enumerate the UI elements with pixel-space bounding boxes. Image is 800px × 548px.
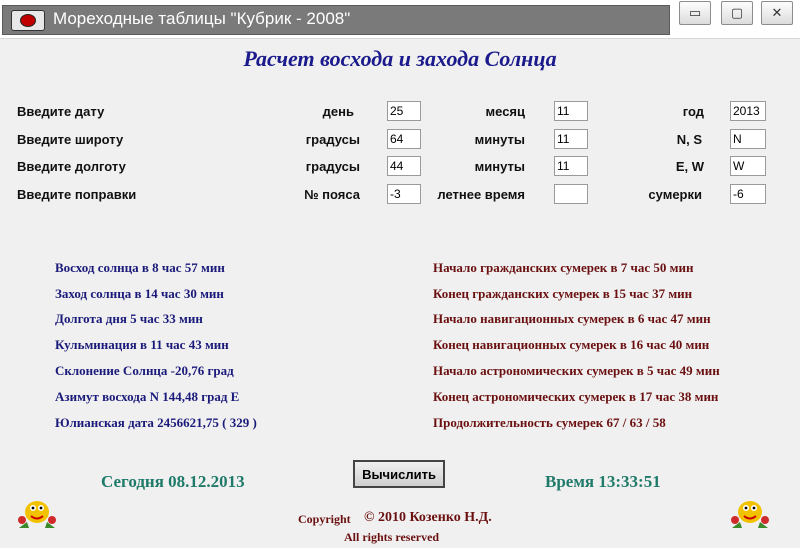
result-sunrise: Восход солнца в 8 час 57 мин [55,260,225,275]
title-bar: Мореходные таблицы "Кубрик - 2008" ▭ ▢ ✕ [0,0,800,39]
twilight-label: сумерки [648,187,702,202]
summer-time-input[interactable] [554,184,588,204]
page-title: Расчет восхода и захода Солнца [243,46,557,71]
copyright-text: © 2010 Козенко Н.Д. [364,510,492,525]
calculate-button[interactable]: Вычислить [353,460,445,488]
fish-mascot-icon [18,501,56,528]
close-icon: ✕ [771,5,783,21]
minimize-icon: ▭ [688,5,702,21]
copyright-label: Copyright [298,512,351,526]
corrections-label: Введите поправки [17,187,137,202]
ew-input[interactable]: W [730,156,766,176]
result-nautical-end: Конец навигационных сумерек в 16 час 40 … [433,337,710,352]
longitude-label: Введите долготу [17,159,126,174]
result-astro-start: Начало астрономических сумерек в 5 час 4… [433,363,720,378]
result-azimuth: Азимут восхода N 144,48 град E [55,389,240,404]
ew-label: E, W [675,159,704,174]
window-title: Мореходные таблицы "Кубрик - 2008" [53,9,351,28]
ns-label: N, S [676,132,702,147]
rights-text: All rights reserved [344,530,440,544]
minimize-button[interactable]: ▭ [679,1,711,25]
day-label: день [322,104,354,119]
result-astro-end: Конец астрономических сумерек в 17 час 3… [433,389,719,404]
result-twilight-duration: Продолжительность сумерек 67 / 63 / 58 [433,415,666,430]
ns-input[interactable]: N [730,129,766,149]
lon-minutes-label: минуты [474,159,525,174]
timezone-label: № пояса [304,187,360,202]
result-civil-start: Начало гражданских сумерек в 7 час 50 ми… [433,260,694,275]
lat-minutes-input[interactable]: 11 [554,129,588,149]
result-civil-end: Конец гражданских сумерек в 15 час 37 ми… [433,286,693,301]
result-julian-date: Юлианская дата 2456621,75 ( 329 ) [55,415,257,430]
lat-minutes-label: минуты [474,132,525,147]
lat-degrees-label: градусы [305,132,360,147]
month-label: месяц [485,104,525,119]
current-time: Время 13:33:51 [545,472,661,491]
twilight-input[interactable]: -6 [730,184,766,204]
lon-degrees-label: градусы [305,159,360,174]
result-day-length: Долгота дня 5 час 33 мин [55,311,203,326]
result-nautical-start: Начало навигационных сумерек в 6 час 47 … [433,311,711,326]
result-sunset: Заход солнца в 14 час 30 мин [55,286,224,301]
title-strip[interactable]: Мореходные таблицы "Кубрик - 2008" [2,5,670,35]
maximize-button[interactable]: ▢ [721,1,753,25]
lon-minutes-input[interactable]: 11 [554,156,588,176]
year-label: год [682,104,704,119]
summer-time-label: летнее время [437,187,525,202]
fish-mascot-right-icon [731,501,769,528]
month-input[interactable]: 11 [554,101,588,121]
maximize-icon: ▢ [730,5,744,21]
date-label: Введите дату [17,104,105,119]
today-date: Сегодня 08.12.2013 [101,472,245,491]
app-icon[interactable] [11,10,45,31]
latitude-label: Введите широту [17,132,124,147]
year-input[interactable]: 2013 [730,101,766,121]
result-declination: Склонение Солнца -20,76 град [55,363,234,378]
result-culmination: Кульминация в 11 час 43 мин [55,337,229,352]
close-button[interactable]: ✕ [761,1,793,25]
